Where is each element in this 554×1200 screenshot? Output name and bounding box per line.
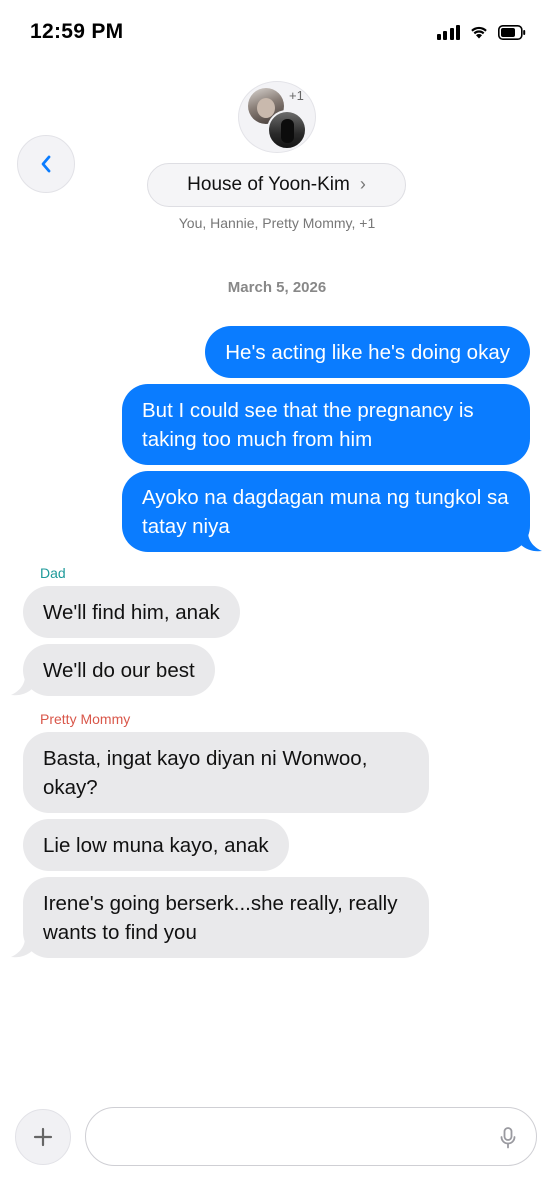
incoming-message[interactable]: We'll find him, anak — [23, 586, 240, 638]
battery-icon — [498, 24, 526, 40]
signal-icon — [436, 24, 460, 40]
back-chevron-icon — [41, 155, 51, 173]
status-bar: 12:59 PM — [0, 0, 554, 70]
outgoing-message[interactable]: He's acting like he's doing okay — [205, 326, 530, 378]
incoming-bubble-tail — [11, 938, 33, 958]
incoming-message[interactable]: Irene's going berserk...she really, real… — [23, 877, 429, 958]
member-list: You, Hannie, Pretty Mommy, +1 — [178, 215, 376, 231]
outgoing-bubble-tail — [520, 532, 542, 552]
group-avatar[interactable]: +1 — [238, 81, 316, 153]
conversation-title-button[interactable]: House of Yoon-Kim › — [147, 163, 406, 207]
chevron-right-icon: › — [359, 173, 366, 194]
sender-name-dad: Dad — [40, 565, 66, 581]
wifi-icon — [470, 25, 488, 39]
status-time: 12:59 PM — [30, 20, 124, 43]
incoming-message[interactable]: We'll do our best — [23, 644, 215, 696]
message-input[interactable] — [106, 1122, 486, 1152]
microphone-icon[interactable] — [500, 1127, 516, 1149]
outgoing-message[interactable]: But I could see that the pregnancy is ta… — [122, 384, 530, 465]
avatar — [267, 110, 307, 150]
avatar-extra-count: +1 — [289, 88, 304, 103]
message-composer[interactable] — [85, 1107, 537, 1166]
conversation-title: House of Yoon-Kim — [187, 174, 350, 195]
add-attachment-button[interactable] — [15, 1109, 71, 1165]
incoming-message[interactable]: Lie low muna kayo, anak — [23, 819, 289, 871]
plus-icon — [33, 1127, 53, 1147]
back-button[interactable] — [17, 135, 75, 193]
incoming-message[interactable]: Basta, ingat kayo diyan ni Wonwoo, okay? — [23, 732, 429, 813]
date-separator: March 5, 2026 — [227, 279, 327, 296]
incoming-bubble-tail — [11, 676, 33, 696]
sender-name-pretty-mommy: Pretty Mommy — [40, 711, 131, 727]
status-icons — [436, 24, 527, 40]
outgoing-message[interactable]: Ayoko na dagdagan muna ng tungkol sa tat… — [122, 471, 530, 552]
